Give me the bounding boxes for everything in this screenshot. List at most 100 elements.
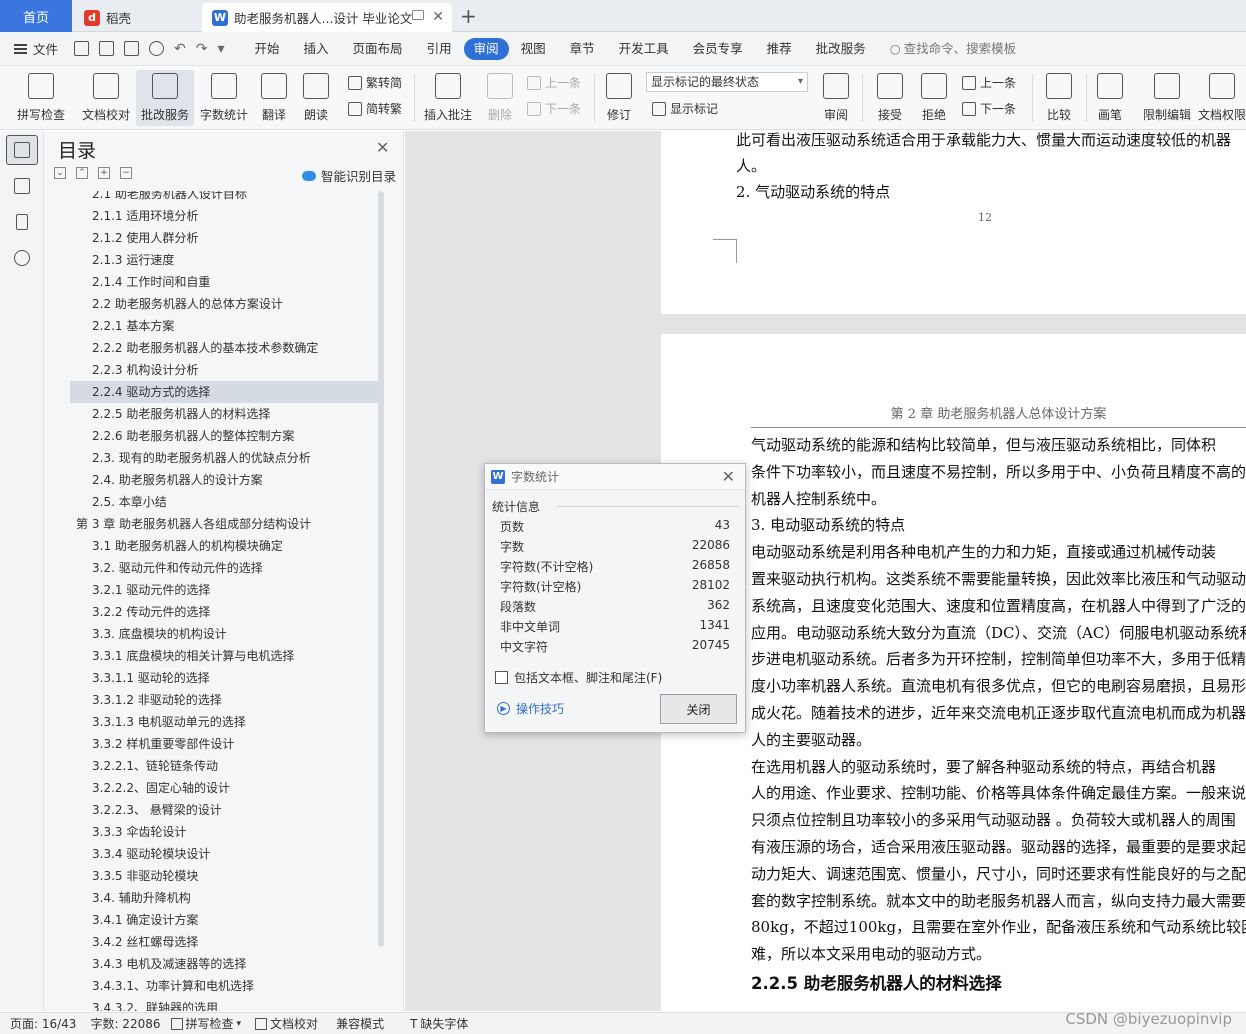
toc-item[interactable]: 3.2.1 驱动元件的选择 [70, 579, 380, 601]
page-indicator[interactable]: 页面: 16/43 [10, 1015, 76, 1032]
next-comment-button[interactable]: 下一条 [527, 100, 581, 117]
toc-item[interactable]: 3.3.1 底盘模块的相关计算与电机选择 [70, 645, 380, 667]
menu-reference[interactable]: 引用 [415, 38, 464, 60]
toc-item[interactable]: 3.4.3.2、联轴器的选用 [70, 997, 380, 1011]
command-search[interactable]: 查找命令、搜索模板 [878, 38, 1028, 60]
missing-font-indicator[interactable]: T 缺失字体 [410, 1015, 468, 1032]
undo-icon[interactable]: ↶ [174, 41, 186, 57]
tab-daoke[interactable]: d 稻壳 [74, 3, 200, 32]
menu-view[interactable]: 视图 [509, 38, 558, 60]
toc-item[interactable]: 3.3.1.1 驱动轮的选择 [70, 667, 380, 689]
reject-button[interactable]: 拒绝 [914, 70, 954, 126]
menu-chapter[interactable]: 章节 [558, 38, 607, 60]
toc-item[interactable]: 2.2.3 机构设计分析 [70, 359, 380, 381]
chapter-nav-icon[interactable] [14, 178, 30, 194]
toc-item[interactable]: 3.2.2.2、固定心轴的设计 [70, 777, 380, 799]
status-doc-proof[interactable]: 文档校对 [255, 1015, 318, 1032]
simp-to-trad-button[interactable]: 简转繁 [348, 100, 402, 117]
prev-change-button[interactable]: 上一条 [962, 74, 1016, 91]
toc-item[interactable]: 2.2 助老服务机器人的总体方案设计 [70, 293, 380, 315]
toc-item[interactable]: 3.3.1.2 非驱动轮的选择 [70, 689, 380, 711]
toc-item[interactable]: 3.3.4 驱动轮模块设计 [70, 843, 380, 865]
toc-item[interactable]: 3.1 助老服务机器人的机构模块确定 [70, 535, 380, 557]
toc-item[interactable]: 3.2.2 传动元件的选择 [70, 601, 380, 623]
collapse-all-icon[interactable]: ⌃ [76, 167, 88, 179]
bookmark-icon[interactable] [16, 214, 28, 230]
menu-insert[interactable]: 插入 [292, 38, 341, 60]
toc-item[interactable]: 2.1.3 运行速度 [70, 249, 380, 271]
word-count-indicator[interactable]: 字数: 22086 [90, 1015, 160, 1032]
search-icon[interactable] [14, 250, 30, 266]
toc-item[interactable]: 2.2.2 助老服务机器人的基本技术参数确定 [70, 337, 380, 359]
toc-icon[interactable] [14, 142, 30, 158]
toc-item[interactable]: 2.1.1 适用环境分析 [70, 205, 380, 227]
toc-item[interactable]: ⌄ 第 3 章 助老服务机器人各组成部分结构设计 [70, 513, 380, 535]
toc-item[interactable]: 3.3.5 非驱动轮模块 [70, 865, 380, 887]
markup-state-select[interactable]: 显示标记的最终状态 [646, 72, 808, 92]
insert-comment-button[interactable]: 插入批注 [420, 70, 476, 126]
screen-icon[interactable] [412, 10, 424, 20]
file-menu[interactable]: 文件 [14, 39, 58, 58]
checkbox-box[interactable] [495, 671, 508, 684]
toc-item[interactable]: 3.3.1.3 电机驱动单元的选择 [70, 711, 380, 733]
tab-document[interactable]: W 助老服务机器人...设计 毕业论文 ✕ [202, 3, 452, 32]
menu-layout[interactable]: 页面布局 [341, 38, 415, 60]
toc-item[interactable]: 3.4. 辅助升降机构 [70, 887, 380, 909]
smart-toc-button[interactable]: 智能识别目录 [302, 166, 396, 185]
word-count-button[interactable]: 字数统计 [198, 70, 250, 126]
close-icon[interactable]: ✕ [376, 138, 389, 157]
close-button[interactable]: 关闭 [660, 694, 737, 724]
next-change-button[interactable]: 下一条 [962, 100, 1016, 117]
print-preview-icon[interactable] [149, 41, 165, 56]
toc-item[interactable]: 3.4.1 确定设计方案 [70, 909, 380, 931]
toc-scrollbar[interactable] [378, 191, 384, 947]
delete-comment-button[interactable]: 删除 [480, 70, 520, 126]
chevron-down-icon[interactable]: ⌄ [70, 513, 72, 535]
translate-button[interactable]: 翻译 [254, 70, 294, 126]
review-pane-button[interactable]: 审阅 [816, 70, 856, 126]
track-changes-button[interactable]: 修订 [600, 70, 638, 126]
toc-item[interactable]: 3.3. 底盘模块的机构设计 [70, 623, 380, 645]
menu-recommend[interactable]: 推荐 [755, 38, 804, 60]
toc-item[interactable]: 2.2.5 助老服务机器人的材料选择 [70, 403, 380, 425]
toc-item[interactable]: 3.2.2.3、 悬臂梁的设计 [70, 799, 380, 821]
toc-item[interactable]: 3.3.2 样机重要零部件设计 [70, 733, 380, 755]
toc-item[interactable]: 2.2.4 驱动方式的选择 [70, 381, 380, 403]
toc-item[interactable]: 2.1 助老服务机器人设计目标 [70, 191, 380, 205]
menu-devtools[interactable]: 开发工具 [607, 38, 681, 60]
toc-item[interactable]: 3.2. 驱动元件和传动元件的选择 [70, 557, 380, 579]
print-icon[interactable] [124, 41, 140, 56]
expand-all-icon[interactable]: ⌄ [54, 167, 66, 179]
menu-member[interactable]: 会员专享 [681, 38, 755, 60]
toc-item[interactable]: 3.4.3.1、功率计算和电机选择 [70, 975, 380, 997]
toc-item[interactable]: 2.2.1 基本方案 [70, 315, 380, 337]
tips-link[interactable]: ▶ 操作技巧 [497, 700, 564, 717]
toc-item[interactable]: 3.4.3 电机及减速器等的选择 [70, 953, 380, 975]
toc-item[interactable]: 3.2.2.1、链轮链条传动 [70, 755, 380, 777]
document-proof-button[interactable]: 文档校对 [78, 70, 134, 126]
accept-button[interactable]: 接受 [870, 70, 910, 126]
trad-to-simp-button[interactable]: 繁转简 [348, 74, 402, 91]
prev-comment-button[interactable]: 上一条 [527, 74, 581, 91]
spell-check-button[interactable]: 拼写检查 [10, 70, 72, 126]
toc-item[interactable]: 2.5. 本章小结 [70, 491, 380, 513]
add-heading-icon[interactable]: + [98, 167, 110, 179]
new-tab-button[interactable]: + [460, 4, 477, 28]
pen-button[interactable]: 画笔 [1092, 70, 1128, 126]
toc-item[interactable]: 3.3.3 伞齿轮设计 [70, 821, 380, 843]
read-aloud-button[interactable]: 朗读 [298, 70, 334, 126]
restrict-editing-button[interactable]: 限制编辑 [1140, 70, 1194, 126]
show-markup-button[interactable]: 显示标记 [652, 100, 718, 117]
status-spell-check[interactable]: 拼写检查 ▾ [170, 1015, 241, 1032]
toc-item[interactable]: 2.1.4 工作时间和自重 [70, 271, 380, 293]
save-icon[interactable] [74, 41, 90, 56]
toc-item[interactable]: 2.3. 现有的助老服务机器人的优缺点分析 [70, 447, 380, 469]
correct-service-button[interactable]: 批改服务 [136, 70, 194, 126]
chevron-down-icon[interactable]: ▾ [217, 41, 224, 57]
close-tab-icon[interactable]: ✕ [432, 9, 444, 25]
compare-button[interactable]: 比较 [1038, 70, 1080, 126]
menu-start[interactable]: 开始 [243, 38, 292, 60]
remove-heading-icon[interactable]: − [120, 167, 132, 179]
menu-correct-service[interactable]: 批改服务 [804, 38, 878, 60]
tab-home[interactable]: 首页 [0, 0, 72, 32]
